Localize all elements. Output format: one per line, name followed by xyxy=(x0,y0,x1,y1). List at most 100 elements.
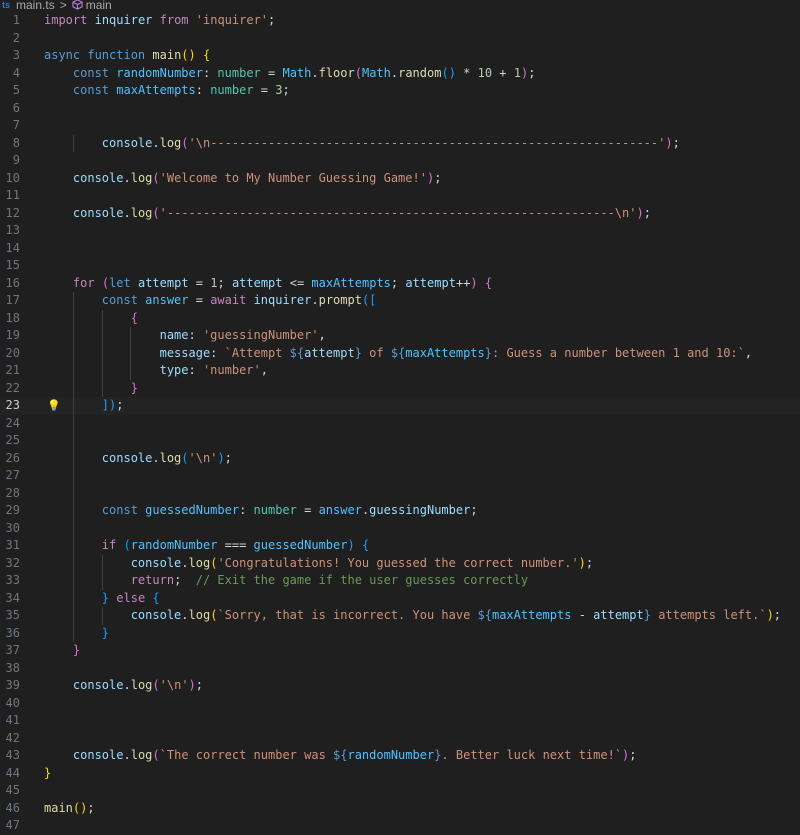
code-line[interactable]: 11 xyxy=(0,187,800,205)
code-token: . Better luck next time!` xyxy=(441,748,623,762)
code-line[interactable]: 43 console.log(`The correct number was $… xyxy=(0,747,800,765)
code-editor[interactable]: 1 import inquirer from 'inquirer'; 2 3 async… xyxy=(0,12,800,835)
code-line[interactable]: 16 for (let attempt = 1; attempt <= maxA… xyxy=(0,275,800,293)
code-line[interactable]: 3 async function main() { xyxy=(0,47,800,65)
code-token: log xyxy=(188,555,211,570)
code-line[interactable]: 17 const answer = await inquirer.prompt(… xyxy=(0,292,800,310)
code-line[interactable]: 20 message: `Attempt ${attempt} of ${max… xyxy=(0,344,800,363)
code-text[interactable]: async function main() { xyxy=(44,47,210,65)
code-token: . xyxy=(152,135,160,150)
code-token: ([ xyxy=(361,293,377,307)
code-line[interactable]: 9 xyxy=(0,152,800,170)
code-line[interactable]: 33 return; // Exit the game if the user … xyxy=(0,572,800,590)
code-line[interactable]: 15 xyxy=(0,257,800,275)
code-text[interactable]: { xyxy=(44,310,138,328)
line-number: 40 xyxy=(5,695,20,710)
code-line[interactable]: 13 xyxy=(0,222,800,240)
code-line[interactable]: 29 const guessedNumber: number = answer.… xyxy=(0,502,800,520)
code-line[interactable]: 19 name: 'guessingNumber', xyxy=(0,327,800,345)
code-text[interactable]: const randomNumber: number = Math.floor(… xyxy=(44,65,536,83)
code-line[interactable]: 28 xyxy=(0,484,800,502)
code-line[interactable]: 31 if (randomNumber === guessedNumber) { xyxy=(0,537,800,555)
code-text[interactable]: } xyxy=(44,380,138,398)
code-text[interactable]: message: `Attempt ${attempt} of ${maxAtt… xyxy=(44,345,753,363)
code-token: } xyxy=(101,590,110,605)
code-line[interactable]: 44} xyxy=(0,765,800,783)
code-text[interactable]: } xyxy=(44,625,109,643)
code-line[interactable]: 30 xyxy=(0,519,800,537)
code-line[interactable]: 40 xyxy=(0,695,800,713)
code-token: guessedNumber xyxy=(145,503,240,517)
code-token: = xyxy=(188,293,211,307)
code-text[interactable]: const maxAttempts: number = 3; xyxy=(44,82,290,100)
code-text[interactable]: console.log('Congratulations! You guesse… xyxy=(44,555,593,573)
code-text[interactable]: import inquirer from 'inquirer'; xyxy=(44,12,275,30)
code-token: = xyxy=(260,65,283,80)
code-text[interactable]: console.log('\n-------------------------… xyxy=(44,135,680,153)
line-number: 18 xyxy=(5,310,20,325)
code-line[interactable]: 5 const maxAttempts: number = 3; xyxy=(0,82,800,100)
code-line[interactable]: 21 type: 'number', xyxy=(0,362,800,380)
code-token: ; xyxy=(87,800,95,815)
code-line[interactable]: 45 xyxy=(0,782,800,800)
code-text[interactable]: main(); xyxy=(44,800,95,818)
code-line[interactable]: 47 xyxy=(0,817,800,835)
code-token: 'Welcome to My Number Guessing Game!' xyxy=(159,170,427,185)
code-text[interactable]: return; // Exit the game if the user gue… xyxy=(44,572,528,590)
code-line[interactable]: 46 main(); xyxy=(0,800,800,818)
code-line[interactable]: 14 xyxy=(0,240,800,258)
code-line[interactable]: 1 import inquirer from 'inquirer'; xyxy=(0,12,800,30)
lightbulb-icon[interactable]: 💡 xyxy=(47,398,61,414)
code-line[interactable]: 36 } xyxy=(0,624,800,643)
code-line[interactable]: 2 xyxy=(0,30,800,48)
code-line[interactable]: 42 xyxy=(0,730,800,748)
breadcrumb-file[interactable]: main.ts xyxy=(16,0,55,10)
code-line[interactable]: 41 xyxy=(0,712,800,730)
code-line[interactable]: 12 console.log('------------------------… xyxy=(0,205,800,223)
code-token: , xyxy=(318,328,326,342)
code-line[interactable]: 38 xyxy=(0,660,800,678)
breadcrumb-symbol[interactable]: main xyxy=(86,0,112,10)
code-text[interactable]: name: 'guessingNumber', xyxy=(44,327,326,345)
code-text[interactable]: if (randomNumber === guessedNumber) { xyxy=(44,537,369,555)
code-line[interactable]: 24 xyxy=(0,414,800,432)
code-text[interactable]: const guessedNumber: number = answer.gue… xyxy=(44,502,478,520)
code-line[interactable]: 22 } xyxy=(0,379,800,398)
code-text[interactable]: console.log(`The correct number was ${ra… xyxy=(44,747,637,765)
code-token: maxAttempts xyxy=(311,275,391,290)
code-line[interactable]: 6 xyxy=(0,100,800,118)
code-token: () xyxy=(72,800,88,815)
code-token: ; xyxy=(268,13,276,27)
code-text[interactable]: type: 'number', xyxy=(44,362,268,380)
code-line[interactable]: 8 console.log('\n-----------------------… xyxy=(0,134,800,153)
code-line[interactable]: 7 xyxy=(0,117,800,135)
code-line[interactable]: 34 } else { xyxy=(0,589,800,608)
code-text[interactable]: } else { xyxy=(44,590,160,608)
code-text[interactable]: const answer = await inquirer.prompt([ xyxy=(44,292,377,310)
code-line[interactable]: 4 const randomNumber: number = Math.floo… xyxy=(0,65,800,83)
code-line[interactable]: 23 ]); 💡 xyxy=(0,397,800,415)
code-line[interactable]: 10 console.log('Welcome to My Number Gue… xyxy=(0,170,800,188)
line-number: 16 xyxy=(5,275,20,290)
code-text[interactable]: } xyxy=(44,765,51,783)
code-line[interactable]: 37 } xyxy=(0,642,800,660)
code-text[interactable]: console.log('\n'); xyxy=(44,450,232,468)
code-line[interactable]: 25 xyxy=(0,432,800,450)
code-line[interactable]: 27 xyxy=(0,467,800,485)
code-text[interactable]: console.log('---------------------------… xyxy=(44,205,651,223)
code-line[interactable]: 18 { xyxy=(0,309,800,328)
code-text[interactable]: console.log('\n'); xyxy=(44,677,203,695)
code-token: const xyxy=(101,503,138,517)
code-line[interactable]: 32 console.log('Congratulations! You gue… xyxy=(0,554,800,573)
code-line[interactable]: 26 console.log('\n'); xyxy=(0,449,800,468)
code-line[interactable]: 35 console.log(`Sorry, that is incorrect… xyxy=(0,607,800,625)
code-text[interactable]: for (let attempt = 1; attempt <= maxAtte… xyxy=(44,275,492,293)
code-text[interactable]: console.log(`Sorry, that is incorrect. Y… xyxy=(44,607,781,625)
breadcrumb[interactable]: ts main.ts > main xyxy=(0,0,800,10)
code-line[interactable]: 39 console.log('\n'); xyxy=(0,677,800,695)
code-text[interactable]: } xyxy=(44,642,80,660)
code-text[interactable]: console.log('Welcome to My Number Guessi… xyxy=(44,170,442,188)
